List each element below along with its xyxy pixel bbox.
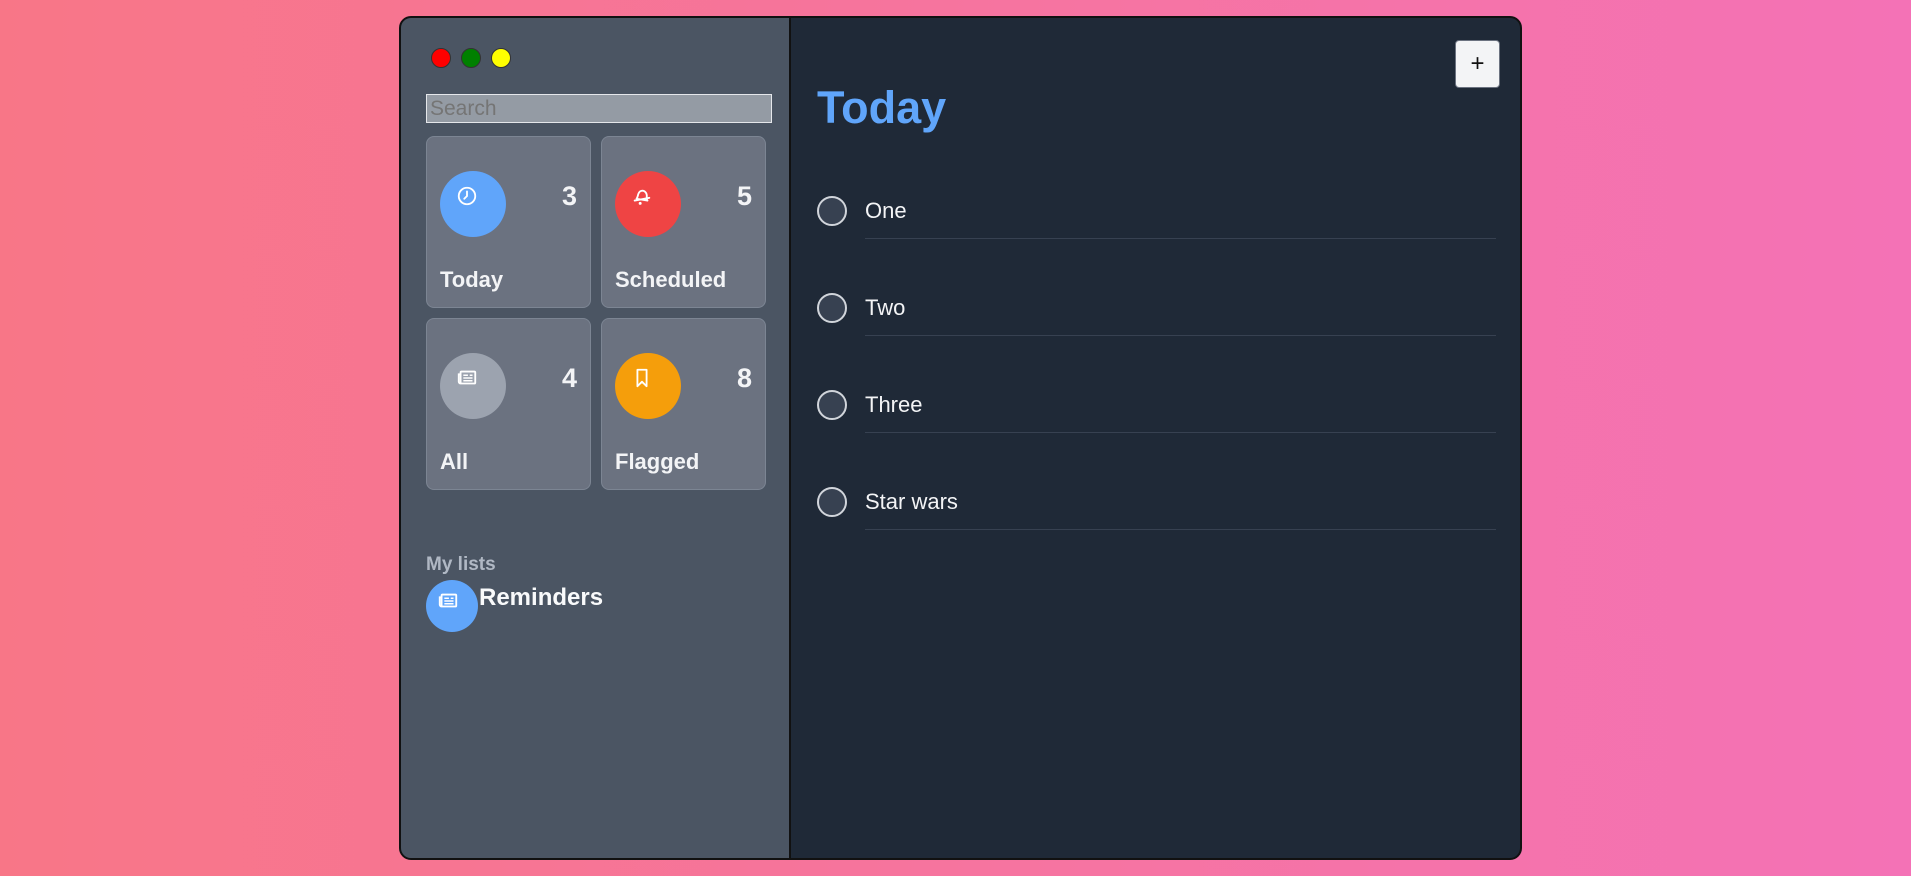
newspaper-icon: [457, 370, 477, 385]
tile-flagged-count: 8: [736, 363, 752, 393]
tile-all-count: 4: [561, 363, 577, 393]
add-reminder-button[interactable]: +: [1455, 40, 1500, 88]
divider: [865, 238, 1496, 239]
tile-scheduled[interactable]: 5 Scheduled: [601, 136, 766, 308]
task-text[interactable]: Three: [865, 392, 922, 418]
task-checkbox[interactable]: [817, 487, 847, 517]
window-controls: [431, 48, 511, 68]
divider: [865, 335, 1496, 336]
list-item: Star wars: [817, 487, 1496, 584]
newspaper-icon: [438, 593, 458, 608]
my-lists-heading: My lists: [426, 554, 496, 575]
list-item: One: [817, 196, 1496, 293]
list-reminders-circle: [426, 580, 478, 632]
task-checkbox[interactable]: [817, 390, 847, 420]
divider: [865, 529, 1496, 530]
tile-today-circle: [440, 171, 506, 237]
task-text[interactable]: Star wars: [865, 489, 958, 515]
task-checkbox[interactable]: [817, 293, 847, 323]
main-panel: + Today One Two Three Star wars: [791, 18, 1520, 858]
task-text[interactable]: Two: [865, 295, 905, 321]
maximize-window-button[interactable]: [461, 48, 481, 68]
close-window-button[interactable]: [431, 48, 451, 68]
tile-scheduled-circle: [615, 171, 681, 237]
task-list: One Two Three Star wars: [817, 196, 1496, 584]
list-item: Three: [817, 390, 1496, 487]
tile-scheduled-count: 5: [736, 181, 752, 211]
tile-scheduled-label: Scheduled: [615, 267, 727, 292]
list-item-label: Reminders: [479, 584, 604, 611]
app-window: 3 Today 5 Scheduled: [399, 16, 1522, 860]
search-input[interactable]: [426, 94, 772, 123]
bookmark-icon: [636, 368, 648, 388]
tile-all[interactable]: 4 All: [426, 318, 591, 490]
page-title: Today: [817, 82, 947, 133]
task-text[interactable]: One: [865, 198, 907, 224]
tile-all-label: All: [440, 449, 469, 474]
tile-flagged[interactable]: 8 Flagged: [601, 318, 766, 490]
tile-flagged-label: Flagged: [615, 449, 700, 474]
tile-today-count: 3: [561, 181, 577, 211]
list-item-reminders[interactable]: Reminders: [426, 580, 603, 632]
smart-lists: 3 Today 5 Scheduled 4 All 8 Flagged: [426, 136, 766, 490]
task-checkbox[interactable]: [817, 196, 847, 226]
tile-flagged-circle: [615, 353, 681, 419]
tile-today[interactable]: 3 Today: [426, 136, 591, 308]
tile-today-label: Today: [440, 267, 504, 292]
minimize-window-button[interactable]: [491, 48, 511, 68]
list-item: Two: [817, 293, 1496, 390]
divider: [865, 432, 1496, 433]
clock-icon: [457, 186, 477, 206]
tile-all-circle: [440, 353, 506, 419]
bell-icon: [633, 189, 651, 205]
sidebar: 3 Today 5 Scheduled: [401, 18, 791, 858]
